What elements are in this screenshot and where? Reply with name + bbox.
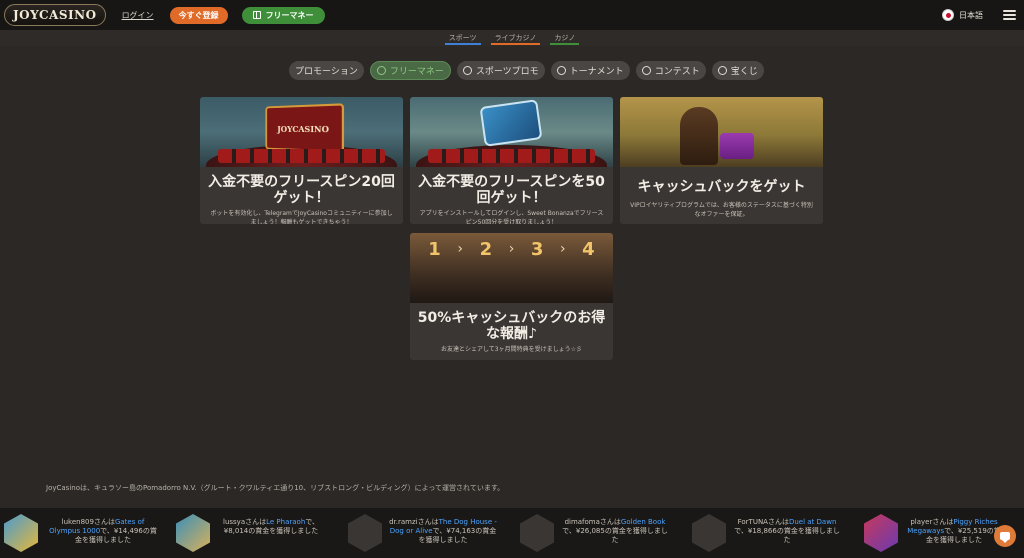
promo-filter-bar: プロモーション フリーマネー スポーツプロモ トーナメント コンテスト 宝くじ	[289, 61, 764, 80]
japan-flag-icon[interactable]	[942, 9, 954, 21]
game-link[interactable]: Golden Book	[621, 518, 666, 526]
promo-image-referral: 1 › 2 › 3 › 4	[410, 233, 613, 303]
gift-icon	[376, 66, 386, 75]
game-thumbnail[interactable]	[4, 514, 38, 552]
ball-icon	[462, 66, 472, 75]
promo-card-telegram[interactable]: JOYCASINO 入金不要のフリースピン20回ゲット！ ボットを有効化し、Te…	[200, 97, 403, 224]
login-link[interactable]: ログイン	[122, 10, 154, 21]
language-label[interactable]: 日本語	[959, 10, 983, 21]
recent-winners-bar: luken809さんはGates of Olympus 1000で、¥14,49…	[0, 508, 1024, 558]
register-button[interactable]: 今すぐ登録	[169, 6, 228, 24]
step-number: 1	[428, 239, 441, 260]
promo-image-logo: JOYCASINO	[277, 123, 330, 135]
step-number: 3	[530, 239, 544, 260]
ticket-icon	[717, 66, 727, 75]
promo-card-title: 50%キャッシュバックのお得な報酬♪	[417, 310, 606, 342]
game-thumbnail[interactable]	[348, 514, 382, 552]
pin-icon	[641, 66, 651, 75]
chat-button[interactable]	[994, 525, 1016, 547]
hamburger-menu-icon[interactable]	[1003, 10, 1016, 20]
freemoney-button[interactable]: フリーマネー	[241, 6, 325, 24]
chat-icon	[1000, 532, 1010, 543]
promo-card-title: 入金不要のフリースピン20回ゲット！	[208, 174, 395, 206]
promo-card-desc: ボットを有効化し、TelegramでJoyCasinoコミュニティーに参加しまし…	[210, 210, 393, 224]
promo-card-title: 入金不要のフリースピンを50回ゲット！	[418, 174, 605, 206]
promo-card-desc: アプリをインストールしてログインし、Sweet Bonanzaでフリースピン50…	[419, 210, 604, 224]
freemoney-label: フリーマネー	[265, 10, 314, 20]
promo-card-desc: お友達とシェアして3ヶ月間特典を受けましょう☆彡	[440, 346, 583, 353]
joycasino-logo[interactable]: JOYCASINO	[4, 4, 106, 26]
game-link[interactable]: Duel at Dawn	[789, 518, 836, 526]
game-thumbnail[interactable]	[520, 514, 554, 552]
filter-freemoney[interactable]: フリーマネー	[369, 61, 451, 80]
filter-lottery[interactable]: 宝くじ	[711, 61, 764, 80]
promo-card-referral[interactable]: 1 › 2 › 3 › 4 50%キャッシュバックのお得な報酬♪ お友達とシェア…	[410, 233, 613, 360]
operator-note: JoyCasinoは、キュラソー島のPomadorro N.V.（グルート・クワ…	[46, 484, 505, 492]
promo-card-desc: VIPロイヤリティプログラムでは、お客様のステータスに基づく特別なオファーを保証…	[630, 202, 813, 218]
promo-card-cashback[interactable]: キャッシュバックをゲット VIPロイヤリティプログラムでは、お客様のステータスに…	[620, 97, 823, 224]
step-number: 2	[479, 239, 493, 260]
game-link[interactable]: Le Pharaoh	[266, 518, 305, 526]
promo-card-title: キャッシュバックをゲット	[637, 179, 806, 195]
top-header: JOYCASINO ログイン 今すぐ登録 フリーマネー 日本語	[0, 0, 1024, 30]
promo-image-telegram: JOYCASINO	[200, 97, 403, 167]
category-nav: スポーツ ライブカジノ カジノ	[0, 30, 1024, 46]
category-live-casino[interactable]: ライブカジノ	[490, 30, 541, 46]
promo-card-app[interactable]: 入金不要のフリースピンを50回ゲット！ アプリをインストールしてログインし、Sw…	[410, 97, 613, 224]
header-right: 日本語	[942, 0, 1016, 30]
trophy-icon	[556, 66, 566, 75]
filter-promotions[interactable]: プロモーション	[289, 61, 364, 80]
filter-tournament[interactable]: トーナメント	[550, 61, 630, 80]
filter-sports-promo[interactable]: スポーツプロモ	[456, 61, 545, 80]
category-sports[interactable]: スポーツ	[444, 30, 481, 46]
promo-image-app	[410, 97, 613, 167]
game-thumbnail[interactable]	[176, 514, 210, 552]
game-thumbnail[interactable]	[692, 514, 726, 552]
game-thumbnail[interactable]	[864, 514, 898, 552]
gift-icon	[252, 11, 261, 19]
filter-contest[interactable]: コンテスト	[635, 61, 706, 80]
step-number: 4	[582, 239, 595, 260]
promo-image-cashback	[620, 97, 823, 167]
category-casino[interactable]: カジノ	[550, 30, 580, 46]
